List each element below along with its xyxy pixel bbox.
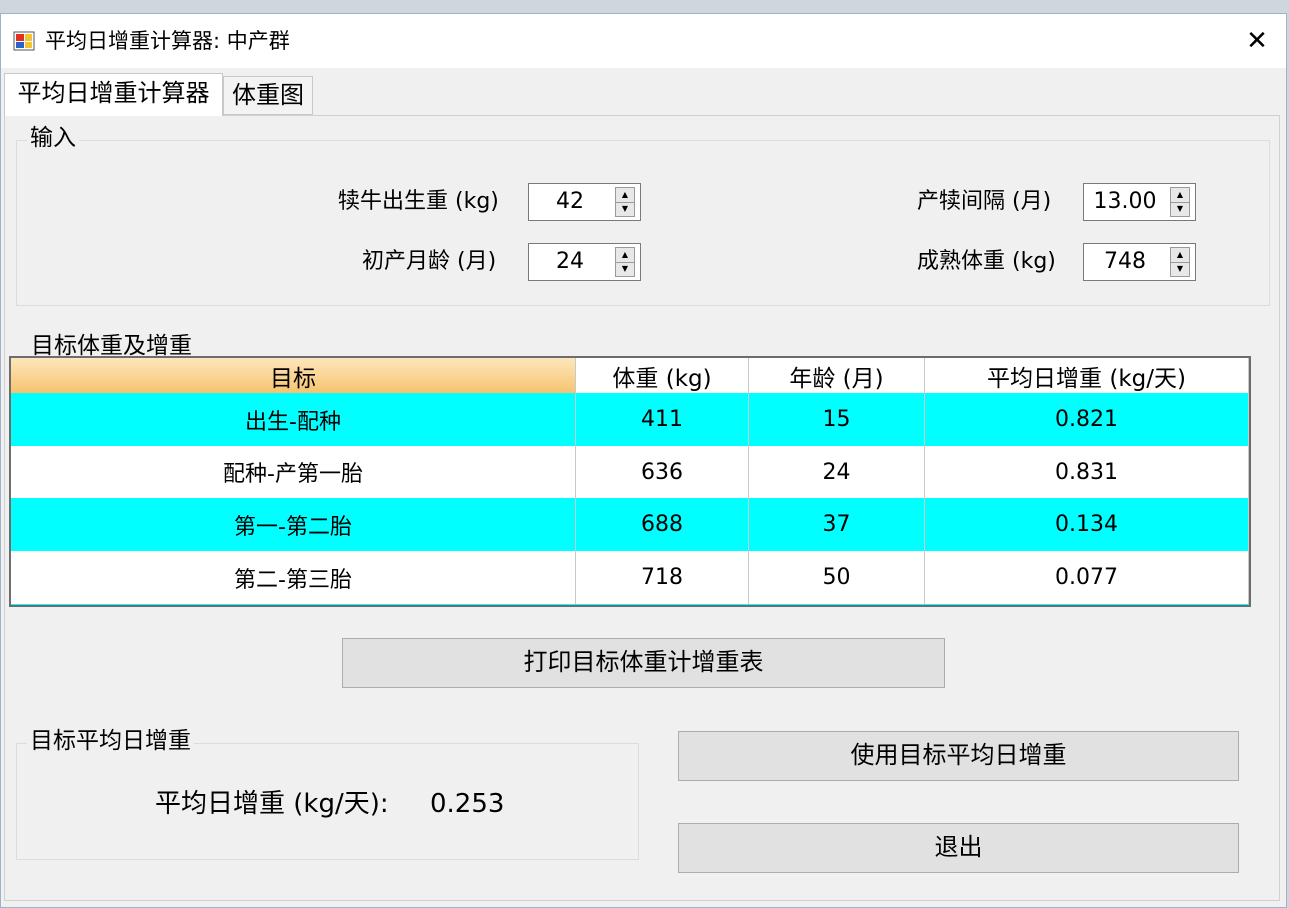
- tab-panel: 输入 犊牛出生重 (kg) 42 ▲ ▼ 初产月龄 (月) 24 ▲ ▼ 产犊间…: [4, 115, 1280, 901]
- spin-down-icon[interactable]: ▼: [616, 262, 634, 276]
- table-cell[interactable]: 第二-第三胎: [11, 551, 576, 604]
- table-cell[interactable]: 411: [576, 393, 749, 446]
- birth-weight-value[interactable]: 42: [529, 184, 611, 220]
- table-cell[interactable]: 第一-第二胎: [11, 498, 576, 551]
- input-group-legend: 输入: [27, 123, 79, 153]
- calving-interval-value[interactable]: 13.00: [1084, 184, 1166, 220]
- grid-header-weight[interactable]: 体重 (kg): [576, 358, 749, 393]
- window-title: 平均日增重计算器: 中产群: [45, 29, 290, 53]
- table-cell[interactable]: 24: [749, 446, 925, 498]
- target-weight-grid[interactable]: 目标 体重 (kg) 年龄 (月) 平均日增重 (kg/天) 出生-配种 411…: [9, 356, 1251, 607]
- table-cell[interactable]: 0.831: [925, 446, 1249, 498]
- spin-up-icon[interactable]: ▲: [1171, 188, 1189, 203]
- adg-label: 平均日增重 (kg/天):: [155, 789, 389, 819]
- exit-button[interactable]: 退出: [678, 823, 1239, 873]
- grid-header-target[interactable]: 目标: [11, 358, 576, 393]
- spin-down-icon[interactable]: ▼: [1171, 202, 1189, 216]
- close-icon[interactable]: ✕: [1241, 26, 1273, 56]
- main-window: 平均日增重计算器: 中产群 ✕ 平均日增重计算器 体重图 输入 犊牛出生重 (k…: [0, 13, 1287, 908]
- print-target-table-button[interactable]: 打印目标体重计增重表: [342, 638, 945, 688]
- table-cell[interactable]: 0.821: [925, 393, 1249, 446]
- table-cell[interactable]: 688: [576, 498, 749, 551]
- grid-header-age[interactable]: 年龄 (月): [749, 358, 925, 393]
- table-row[interactable]: 出生-配种 411 15 0.821: [11, 393, 1249, 446]
- table-cell[interactable]: 636: [576, 446, 749, 498]
- adg-value: 0.253: [430, 789, 505, 819]
- birth-weight-spin-buttons[interactable]: ▲ ▼: [615, 187, 635, 217]
- first-calving-age-spin-buttons[interactable]: ▲ ▼: [615, 247, 635, 277]
- mature-weight-spinner[interactable]: 748 ▲ ▼: [1083, 243, 1196, 281]
- mature-weight-value[interactable]: 748: [1084, 244, 1166, 280]
- mature-weight-spin-buttons[interactable]: ▲ ▼: [1170, 247, 1190, 277]
- grid-header-adg[interactable]: 平均日增重 (kg/天): [925, 358, 1249, 393]
- table-cell[interactable]: 15: [749, 393, 925, 446]
- table-row[interactable]: 配种-产第一胎 636 24 0.831: [11, 446, 1249, 498]
- adg-group: 目标平均日增重 平均日增重 (kg/天): 0.253: [16, 726, 639, 860]
- app-icon: [13, 31, 35, 51]
- table-cell[interactable]: 配种-产第一胎: [11, 446, 576, 498]
- table-row-partial[interactable]: [11, 604, 1249, 605]
- tab-weight-chart[interactable]: 体重图: [223, 76, 313, 115]
- spin-up-icon[interactable]: ▲: [616, 188, 634, 203]
- first-calving-age-label: 初产月龄 (月): [362, 249, 497, 274]
- table-row[interactable]: 第一-第二胎 688 37 0.134: [11, 498, 1249, 551]
- grid-header-row: 目标 体重 (kg) 年龄 (月) 平均日增重 (kg/天): [11, 358, 1249, 394]
- table-cell[interactable]: 0.134: [925, 498, 1249, 551]
- spin-down-icon[interactable]: ▼: [1171, 262, 1189, 276]
- table-cell[interactable]: 718: [576, 551, 749, 604]
- first-calving-age-spinner[interactable]: 24 ▲ ▼: [528, 243, 641, 281]
- table-cell[interactable]: 50: [749, 551, 925, 604]
- mature-weight-label: 成熟体重 (kg): [917, 249, 1056, 274]
- table-cell[interactable]: 37: [749, 498, 925, 551]
- tab-adg-calculator[interactable]: 平均日增重计算器: [4, 73, 223, 116]
- title-bar: 平均日增重计算器: 中产群 ✕: [1, 14, 1286, 68]
- calving-interval-spinner[interactable]: 13.00 ▲ ▼: [1083, 183, 1196, 221]
- birth-weight-spinner[interactable]: 42 ▲ ▼: [528, 183, 641, 221]
- table-row[interactable]: 第二-第三胎 718 50 0.077: [11, 551, 1249, 604]
- table-cell[interactable]: 出生-配种: [11, 393, 576, 446]
- calving-interval-label: 产犊间隔 (月): [917, 189, 1052, 214]
- first-calving-age-value[interactable]: 24: [529, 244, 611, 280]
- calving-interval-spin-buttons[interactable]: ▲ ▼: [1170, 187, 1190, 217]
- spin-up-icon[interactable]: ▲: [616, 248, 634, 263]
- birth-weight-label: 犊牛出生重 (kg): [338, 189, 499, 214]
- spin-down-icon[interactable]: ▼: [616, 202, 634, 216]
- use-target-adg-button[interactable]: 使用目标平均日增重: [678, 731, 1239, 781]
- input-group: 输入 犊牛出生重 (kg) 42 ▲ ▼ 初产月龄 (月) 24 ▲ ▼ 产犊间…: [16, 123, 1270, 306]
- table-cell[interactable]: 0.077: [925, 551, 1249, 604]
- adg-group-legend: 目标平均日增重: [27, 726, 194, 756]
- spin-up-icon[interactable]: ▲: [1171, 248, 1189, 263]
